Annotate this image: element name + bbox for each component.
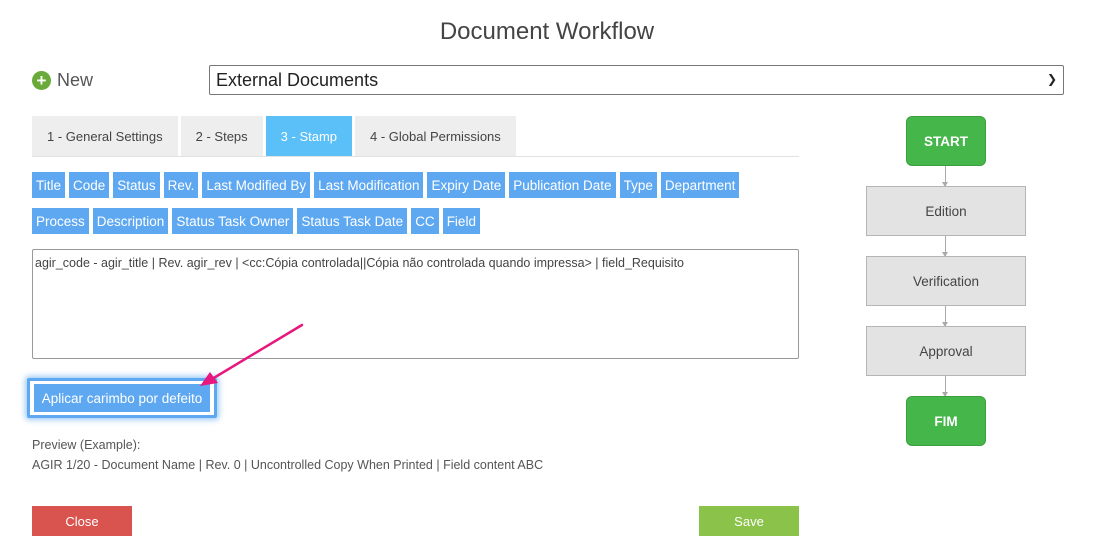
flow-connector	[942, 376, 948, 397]
preview-label: Preview (Example):	[32, 438, 141, 452]
chevron-down-icon: ❯	[1046, 72, 1057, 86]
tab-general-settings[interactable]: 1 - General Settings	[32, 116, 178, 156]
tag-code[interactable]: Code	[69, 172, 110, 198]
tag-status-task-date[interactable]: Status Task Date	[297, 208, 408, 234]
flow-end-node[interactable]: FIM	[906, 396, 986, 446]
tag-title[interactable]: Title	[32, 172, 66, 198]
tab-steps[interactable]: 2 - Steps	[180, 116, 263, 156]
tag-rev[interactable]: Rev.	[163, 172, 199, 198]
tab-bar: 1 - General Settings 2 - Steps 3 - Stamp…	[32, 116, 516, 156]
preview-text: AGIR 1/20 - Document Name | Rev. 0 | Unc…	[32, 458, 544, 472]
tag-description[interactable]: Description	[92, 208, 169, 234]
tag-last-modified-by[interactable]: Last Modified By	[202, 172, 311, 198]
workflow-select-value: External Documents	[216, 69, 379, 90]
tag-process[interactable]: Process	[32, 208, 89, 234]
tag-type[interactable]: Type	[619, 172, 657, 198]
flow-start-node[interactable]: START	[906, 116, 986, 166]
tabs-divider	[32, 156, 799, 157]
tag-expiry-date[interactable]: Expiry Date	[427, 172, 506, 198]
tag-publication-date[interactable]: Publication Date	[509, 172, 616, 198]
flow-connector	[942, 166, 948, 187]
tag-field[interactable]: Field	[442, 208, 480, 234]
stamp-textarea[interactable]: agir_code - agir_title | Rev. agir_rev |…	[32, 249, 799, 359]
flow-connector	[942, 236, 948, 257]
new-button[interactable]: + New	[32, 68, 93, 92]
new-button-label: New	[57, 69, 94, 90]
flow-connector	[942, 306, 948, 327]
tab-global-permissions[interactable]: 4 - Global Permissions	[355, 116, 516, 156]
tag-last-modification[interactable]: Last Modification	[314, 172, 424, 198]
stamp-field-tags-row-1: Title Code Status Rev. Last Modified By …	[32, 172, 740, 198]
flow-step-approval[interactable]: Approval	[866, 326, 1026, 376]
flow-step-verification[interactable]: Verification	[866, 256, 1026, 306]
tab-stamp[interactable]: 3 - Stamp	[265, 116, 353, 156]
workflow-select[interactable]: External Documents ❯	[209, 65, 1064, 95]
flow-step-edition[interactable]: Edition	[866, 186, 1026, 236]
tag-status[interactable]: Status	[113, 172, 160, 198]
tag-cc[interactable]: CC	[411, 208, 439, 234]
apply-default-stamp-label: Aplicar carimbo por defeito	[34, 384, 210, 412]
stamp-field-tags-row-2: Process Description Status Task Owner St…	[32, 208, 480, 234]
page-title: Document Workflow	[439, 18, 655, 45]
save-button[interactable]: Save	[699, 506, 799, 536]
plus-circle-icon: +	[32, 70, 51, 90]
tag-status-task-owner[interactable]: Status Task Owner	[172, 208, 294, 234]
tag-department[interactable]: Department	[660, 172, 740, 198]
apply-default-stamp-button[interactable]: Aplicar carimbo por defeito	[27, 378, 217, 418]
close-button[interactable]: Close	[32, 506, 132, 536]
